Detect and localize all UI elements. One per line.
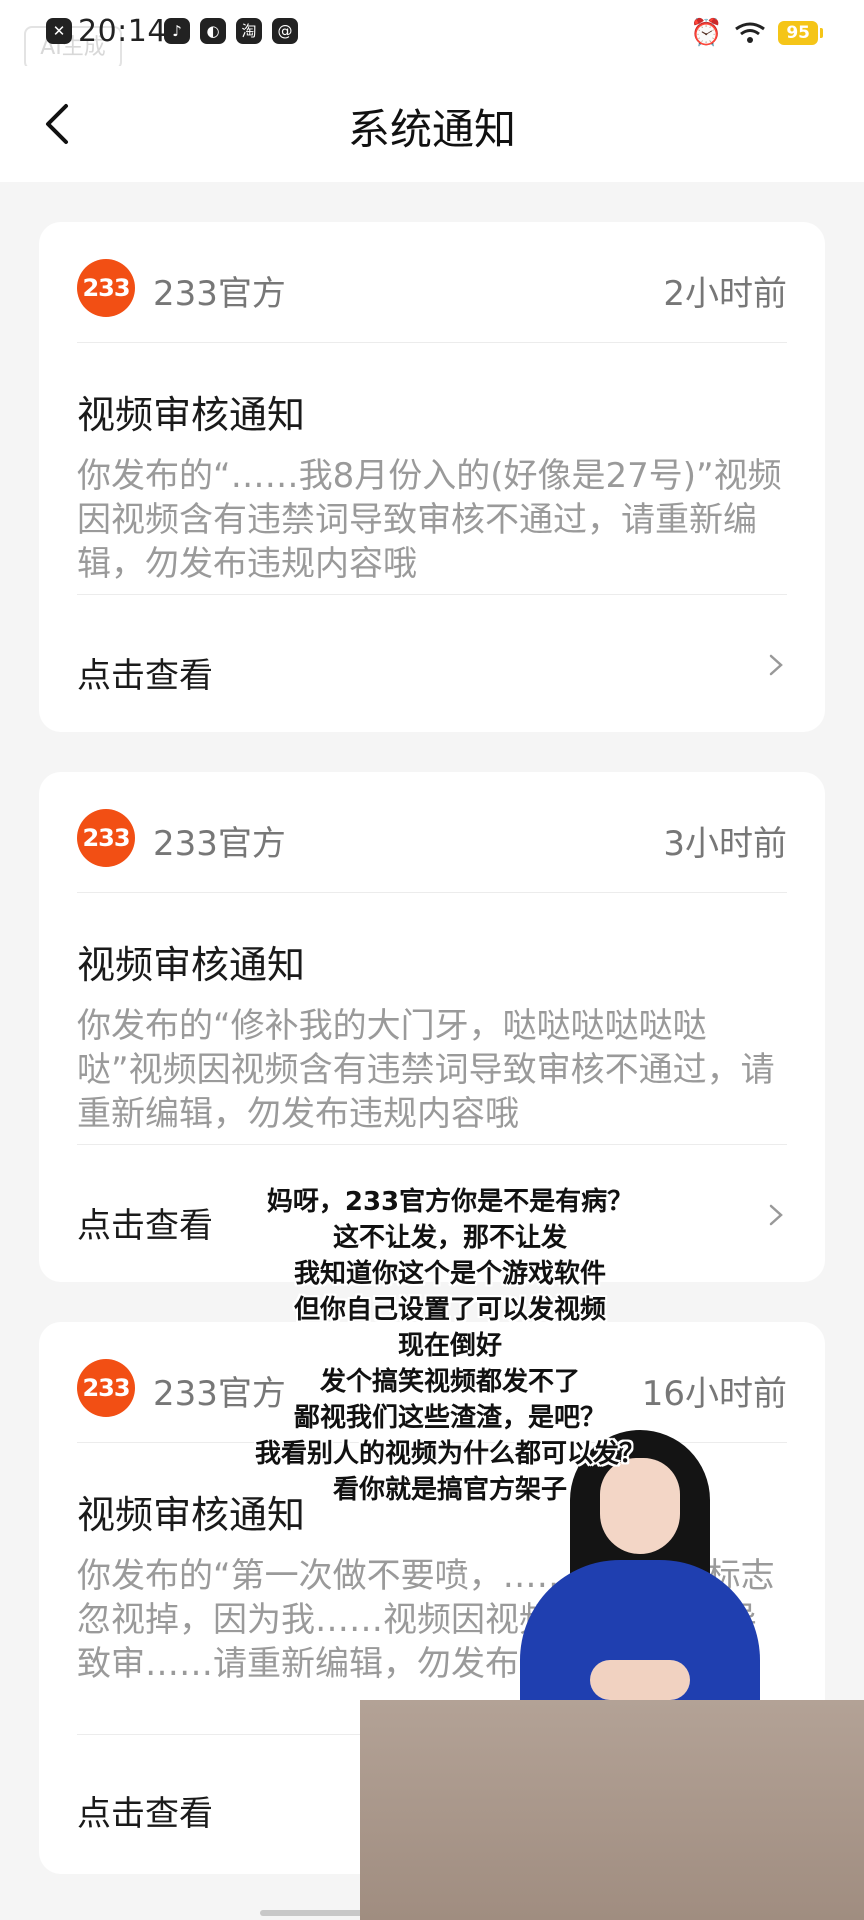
notification-card[interactable]: 233 233官方 2小时前 视频审核通知 你发布的“……我8月份入的(好像是2… [39, 222, 825, 732]
notification-time: 3小时前 [663, 824, 787, 864]
notification-body: 你发布的“修补我的大门牙，哒哒哒哒哒哒哒”视频因视频含有违禁词导致审核不通过，请… [77, 1004, 787, 1145]
caption-line: 发个搞笑视频都发不了 [319, 1367, 580, 1397]
sender-name: 233官方 [153, 274, 286, 314]
caption-line: 看你就是搞官方架子 [332, 1475, 567, 1505]
caption-line: 鄙视我们这些渣渣，是吧？ [293, 1403, 606, 1433]
tiktok-icon: ♪ [164, 18, 190, 44]
close-icon: ✕ [46, 18, 72, 44]
sender-name: 233官方 [153, 824, 286, 864]
battery-icon: 95 [778, 21, 823, 45]
sender-logo: 233 [77, 259, 135, 317]
view-details-link[interactable]: 点击查看 [77, 1786, 213, 1835]
notification-time: 2小时前 [663, 274, 787, 314]
email-icon: @ [272, 18, 298, 44]
status-bar: AI生成 ✕ 20:14 ♪ ◐ 淘 @ ⏰ 95 [0, 0, 864, 70]
status-time: 20:14 [78, 14, 167, 49]
caption-line: 我看别人的视频为什么都可以发？ [254, 1439, 645, 1469]
taobao-icon: 淘 [236, 18, 262, 44]
app-icon: ◐ [200, 18, 226, 44]
card-header: 233 233官方 3小时前 [77, 772, 787, 893]
sender-logo: 233 [77, 809, 135, 867]
chevron-right-icon[interactable] [765, 650, 787, 680]
view-details-link[interactable]: 点击查看 [77, 648, 213, 697]
video-caption-overlay: 妈呀，233官方你是不是有病？ 这不让发，那不让发 我知道你这个是个游戏软件 但… [180, 1184, 720, 1508]
caption-line: 妈呀，233官方你是不是有病？ [266, 1187, 634, 1217]
sender-logo: 233 [77, 1359, 135, 1417]
caption-line: 现在倒好 [397, 1331, 502, 1361]
page-title: 系统通知 [347, 105, 516, 154]
chevron-right-icon[interactable] [765, 1200, 787, 1230]
wifi-icon [735, 22, 766, 43]
presenter-desk [360, 1700, 864, 1920]
notification-title: 视频审核通知 [77, 393, 306, 437]
caption-line: 但你自己设置了可以发视频 [293, 1295, 606, 1325]
presenter-hands [590, 1660, 690, 1700]
notification-body: 你发布的“……我8月份入的(好像是27号)”视频因视频含有违禁词导致审核不通过，… [77, 454, 787, 595]
card-header: 233 233官方 2小时前 [77, 222, 787, 343]
alarm-icon: ⏰ [689, 18, 723, 48]
caption-line: 这不让发，那不让发 [332, 1223, 567, 1253]
caption-line: 我知道你这个是个游戏软件 [293, 1259, 606, 1289]
notification-title: 视频审核通知 [77, 943, 306, 987]
top-bar: 系统通知 [0, 66, 864, 182]
